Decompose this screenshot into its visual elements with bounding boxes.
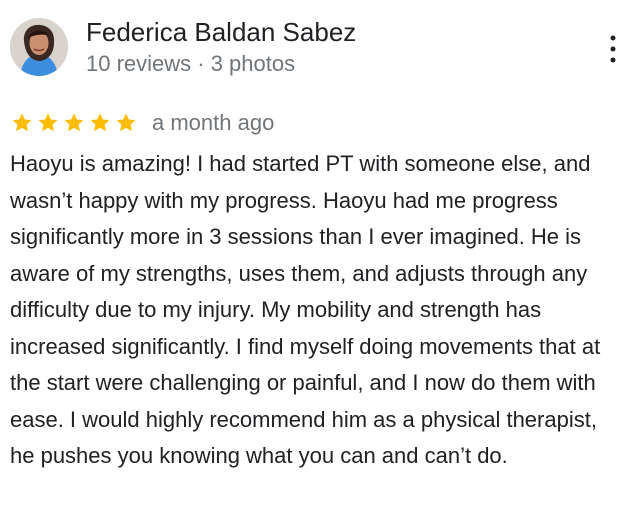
more-vert-icon	[610, 35, 616, 63]
review-time: a month ago	[152, 110, 275, 135]
star-icon	[90, 113, 110, 132]
profile-photo-icon	[10, 18, 68, 76]
rating-row: a month ago	[10, 106, 274, 140]
reviewer-info: Federica Baldan Sabez 10 reviews · 3 pho…	[86, 16, 576, 78]
avatar[interactable]	[10, 18, 68, 76]
more-options-button[interactable]	[604, 34, 622, 64]
star-rating	[10, 111, 138, 135]
star-icon	[38, 113, 58, 132]
reviewer-meta: 10 reviews · 3 photos	[86, 51, 296, 76]
star-icon	[12, 113, 32, 132]
star-icon	[116, 113, 136, 132]
review-text: Haoyu is amazing! I had started PT with …	[10, 151, 601, 468]
star-icon	[64, 113, 84, 132]
reviewer-name[interactable]: Federica Baldan Sabez	[86, 16, 576, 48]
review-header: Federica Baldan Sabez 10 reviews · 3 pho…	[0, 0, 632, 90]
